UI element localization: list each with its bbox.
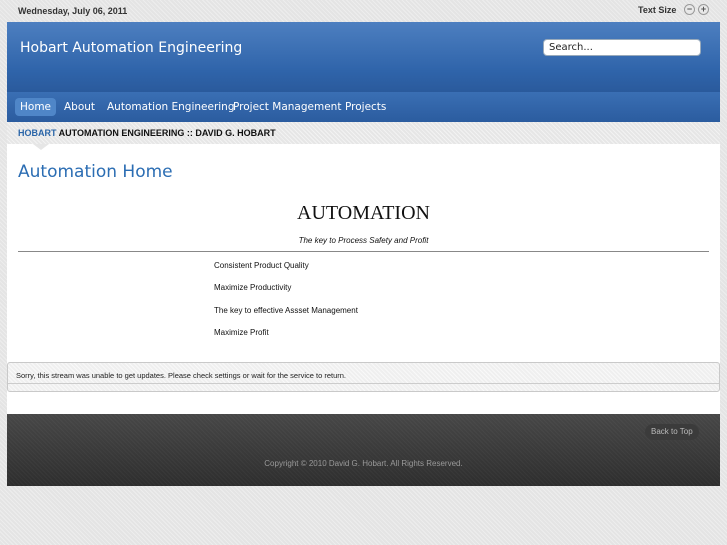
text-size-decrease-icon[interactable]: − — [684, 4, 695, 15]
nav-item-home[interactable]: Home — [15, 98, 57, 116]
list-item: Maximize Productivity — [214, 283, 292, 292]
stream-notice: Sorry, this stream was unable to get upd… — [7, 362, 720, 392]
list-item: Maximize Profit — [214, 328, 269, 337]
text-size-label: Text Size — [638, 5, 677, 15]
main-nav: Home About Automation Engineering Projec… — [7, 92, 720, 122]
automation-heading: AUTOMATION — [297, 202, 430, 224]
notice-divider — [8, 383, 719, 384]
tagline: The key to Process Safety and Profit — [298, 236, 429, 245]
breadcrumb-pointer — [33, 144, 49, 150]
nav-item-automation-engineering[interactable]: Automation Engineering — [102, 98, 240, 116]
current-date: Wednesday, July 06, 2011 — [18, 6, 128, 16]
site-footer: Back to Top Copyright © 2010 David G. Ho… — [7, 414, 720, 486]
divider — [18, 251, 709, 252]
notice-message: Sorry, this stream was unable to get upd… — [16, 371, 347, 380]
page-wrapper: Hobart Automation Engineering Home About… — [7, 22, 720, 486]
breadcrumb-rest: AUTOMATION ENGINEERING :: DAVID G. HOBAR… — [56, 128, 276, 138]
nav-item-about[interactable]: About — [59, 98, 100, 116]
back-to-top-button[interactable]: Back to Top — [645, 424, 699, 440]
breadcrumb-highlight: HOBART — [18, 128, 57, 138]
top-bar: Wednesday, July 06, 2011 Text Size − + — [0, 0, 727, 22]
breadcrumb: HOBART AUTOMATION ENGINEERING :: DAVID G… — [7, 122, 720, 144]
page-title: Automation Home — [18, 162, 173, 182]
nav-item-project-management[interactable]: Project Management — [228, 98, 346, 116]
search-input[interactable] — [543, 39, 701, 56]
breadcrumb-text: HOBART AUTOMATION ENGINEERING :: DAVID G… — [18, 128, 276, 138]
copyright-text: Copyright © 2010 David G. Hobart. All Ri… — [264, 459, 463, 468]
list-item: Consistent Product Quality — [214, 261, 309, 270]
nav-item-projects[interactable]: Projects — [340, 98, 391, 116]
list-item: The key to effective Assset Management — [214, 306, 358, 315]
text-size-increase-icon[interactable]: + — [698, 4, 709, 15]
site-title[interactable]: Hobart Automation Engineering — [20, 40, 242, 56]
site-header: Hobart Automation Engineering — [7, 22, 720, 92]
